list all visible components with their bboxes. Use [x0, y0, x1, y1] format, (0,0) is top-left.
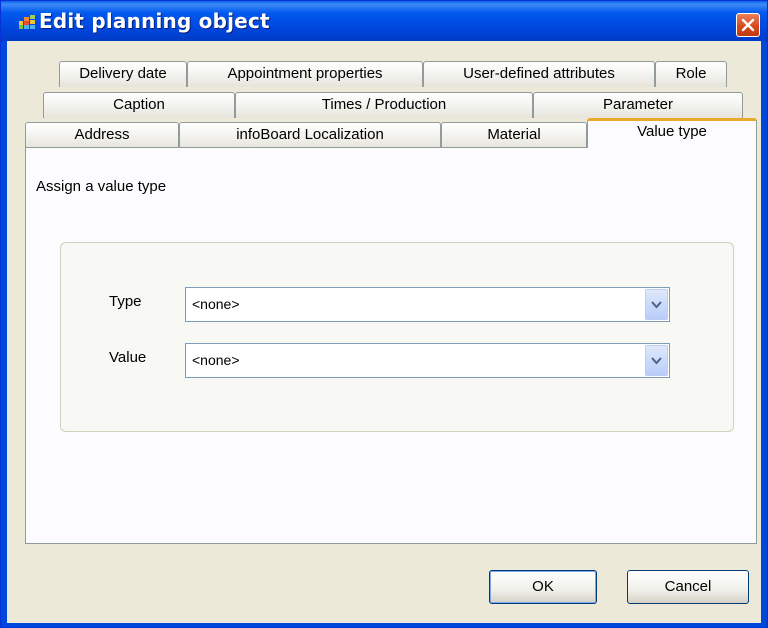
tab-parameter[interactable]: Parameter	[533, 92, 743, 118]
close-button[interactable]	[736, 13, 760, 37]
value-dropdown-arrow[interactable]	[645, 345, 668, 376]
tab-caption[interactable]: Caption	[43, 92, 235, 118]
value-type-group: Type <none> Value <none>	[60, 242, 734, 432]
tab-material[interactable]: Material	[441, 122, 587, 148]
value-dropdown-value: <none>	[192, 352, 240, 368]
cancel-button[interactable]: Cancel	[627, 570, 749, 604]
title-bar[interactable]: Edit planning object	[1, 1, 767, 41]
tab-times-production[interactable]: Times / Production	[235, 92, 533, 118]
panel-heading: Assign a value type	[36, 178, 167, 195]
type-dropdown-value: <none>	[192, 296, 240, 312]
window-frame-bottom	[1, 623, 767, 627]
window-frame-right	[761, 41, 767, 627]
tab-appointment-properties[interactable]: Appointment properties	[187, 61, 423, 87]
type-dropdown-arrow[interactable]	[645, 289, 668, 320]
tab-infoboard-localization[interactable]: infoBoard Localization	[179, 122, 441, 148]
tab-role[interactable]: Role	[655, 61, 727, 87]
tab-value-type[interactable]: Value type	[587, 118, 757, 148]
value-dropdown[interactable]: <none>	[185, 343, 670, 378]
chevron-down-icon	[651, 357, 662, 365]
value-label: Value	[109, 349, 147, 366]
close-icon	[741, 18, 755, 32]
window-title: Edit planning object	[39, 9, 270, 33]
value-type-panel: Assign a value type Type <none> Value <n…	[25, 147, 757, 544]
tab-user-defined-attributes[interactable]: User-defined attributes	[423, 61, 655, 87]
type-dropdown[interactable]: <none>	[185, 287, 670, 322]
tab-address[interactable]: Address	[25, 122, 179, 148]
tab-delivery-date[interactable]: Delivery date	[59, 61, 187, 87]
ok-button[interactable]: OK	[489, 570, 597, 604]
dialog-window: Edit planning object Delivery date Appoi…	[0, 0, 768, 628]
grid-app-icon	[19, 15, 35, 29]
chevron-down-icon	[651, 301, 662, 309]
window-frame-left	[1, 41, 7, 627]
type-label: Type	[109, 293, 142, 310]
